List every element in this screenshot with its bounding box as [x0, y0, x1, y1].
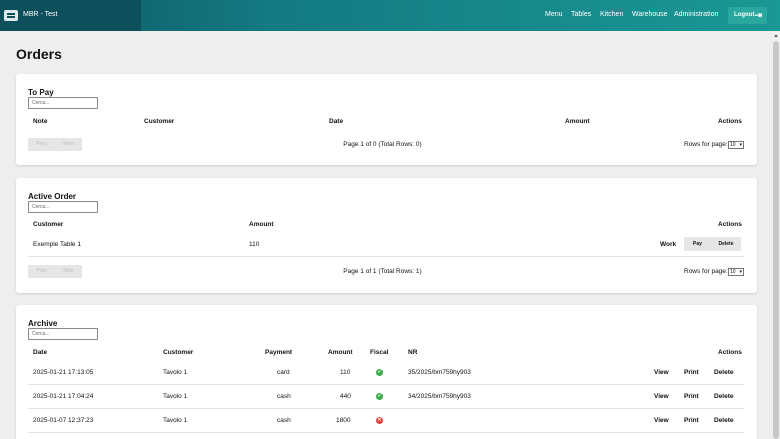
archive-card: Archive Date Customer Payment Amount Fis…	[16, 305, 757, 439]
cell-date: 2025-01-21 17:13:05	[33, 369, 94, 376]
cell-nr: 35/2025/bm759hy903	[408, 369, 471, 376]
order-status-work: Work	[660, 241, 677, 248]
col-note: Note	[33, 118, 48, 125]
page-info: Page 1 of 1 (Total Rows: 1)	[343, 268, 422, 275]
delete-button[interactable]: Delete	[714, 417, 734, 424]
print-button[interactable]: Print	[684, 369, 699, 376]
check-icon: ✓	[376, 369, 383, 376]
active-order-title: Active Order	[28, 192, 77, 201]
archive-search-input[interactable]	[28, 328, 98, 340]
x-icon: ✕	[376, 417, 383, 424]
page-title: Orders	[16, 46, 62, 62]
cell-payment: cash	[277, 393, 291, 400]
cell-customer: Tavolo 1	[163, 417, 188, 424]
cell-amount: 1800	[336, 417, 351, 424]
cell-customer: Tavolo 1	[163, 393, 188, 400]
col-date: Date	[329, 118, 344, 125]
col-actions: Actions	[718, 118, 742, 125]
col-customer: Customer	[144, 118, 175, 125]
to-pay-title: To Pay	[28, 88, 54, 97]
pay-button[interactable]: Pay	[684, 237, 711, 251]
col-date: Date	[33, 349, 48, 356]
logout-icon: ⇥	[754, 10, 762, 20]
cell-amount: 110	[340, 369, 351, 376]
check-icon: ✓	[376, 393, 383, 400]
col-customer: Customer	[33, 221, 64, 228]
scroll-up-icon[interactable]	[774, 34, 778, 37]
active-order-card: Active Order Customer Amount Actions Exe…	[16, 178, 757, 293]
rows-per-page-label: Rows for page:	[684, 141, 728, 148]
col-amount: Amount	[328, 349, 353, 356]
view-button[interactable]: View	[654, 393, 669, 400]
row-divider	[28, 408, 744, 409]
row-divider	[28, 256, 744, 257]
page-scrollbar[interactable]	[772, 31, 780, 439]
archive-title: Archive	[28, 319, 58, 328]
to-pay-search-input[interactable]	[28, 97, 98, 109]
cell-payment: card	[277, 369, 290, 376]
nav-menu[interactable]: Menu	[545, 11, 563, 18]
delete-button[interactable]: Delete	[714, 393, 734, 400]
cell-amount: 110	[249, 241, 260, 248]
to-pay-card: To Pay Note Customer Date Amount Actions…	[16, 74, 757, 165]
nav-administration[interactable]: Administration	[674, 11, 718, 18]
nav-warehouse[interactable]: Warehouse	[632, 11, 668, 18]
rows-per-page-select[interactable]: 10	[728, 141, 744, 149]
print-button[interactable]: Print	[684, 417, 699, 424]
app-title: MBR - Test	[23, 11, 58, 18]
col-amount: Amount	[249, 221, 274, 228]
nav-tables[interactable]: Tables	[571, 11, 591, 18]
logout-button[interactable]: Logout ⇥	[728, 7, 767, 24]
col-actions: Actions	[718, 221, 742, 228]
active-search-input[interactable]	[28, 201, 98, 213]
page-info: Page 1 of 0 (Total Rows: 0)	[343, 141, 422, 148]
view-button[interactable]: View	[654, 369, 669, 376]
cell-date: 2025-01-07 12:37:23	[33, 417, 94, 424]
rows-per-page-select[interactable]: 10	[728, 268, 744, 276]
cell-customer: Exemple Table 1	[33, 241, 81, 248]
top-navbar: MBR - Test Menu Tables Kitchen Warehouse…	[0, 0, 780, 31]
view-button[interactable]: View	[654, 417, 669, 424]
delete-button[interactable]: Delete	[714, 369, 734, 376]
row-divider	[28, 384, 744, 385]
delete-button[interactable]: Delete	[711, 237, 741, 251]
brand[interactable]: MBR - Test	[0, 0, 141, 31]
cell-date: 2025-01-21 17:04:24	[33, 393, 94, 400]
cell-payment: cash	[277, 417, 291, 424]
nav-kitchen[interactable]: Kitchen	[600, 11, 623, 18]
cell-nr: 34/2025/bm759hy903	[408, 393, 471, 400]
logout-label: Logout	[734, 12, 755, 18]
print-button[interactable]: Print	[684, 393, 699, 400]
row-divider	[28, 432, 744, 433]
col-amount: Amount	[565, 118, 590, 125]
cell-amount: 440	[340, 393, 351, 400]
col-actions: Actions	[718, 349, 742, 356]
col-fiscal: Fiscal	[370, 349, 389, 356]
col-payment: Payment	[265, 349, 293, 356]
col-customer: Customer	[163, 349, 194, 356]
scroll-thumb[interactable]	[773, 41, 779, 439]
rows-per-page-label: Rows for page:	[684, 268, 728, 275]
col-nr: NR	[408, 349, 418, 356]
cell-customer: Tavolo 1	[163, 369, 188, 376]
app-logo-icon	[4, 10, 18, 21]
